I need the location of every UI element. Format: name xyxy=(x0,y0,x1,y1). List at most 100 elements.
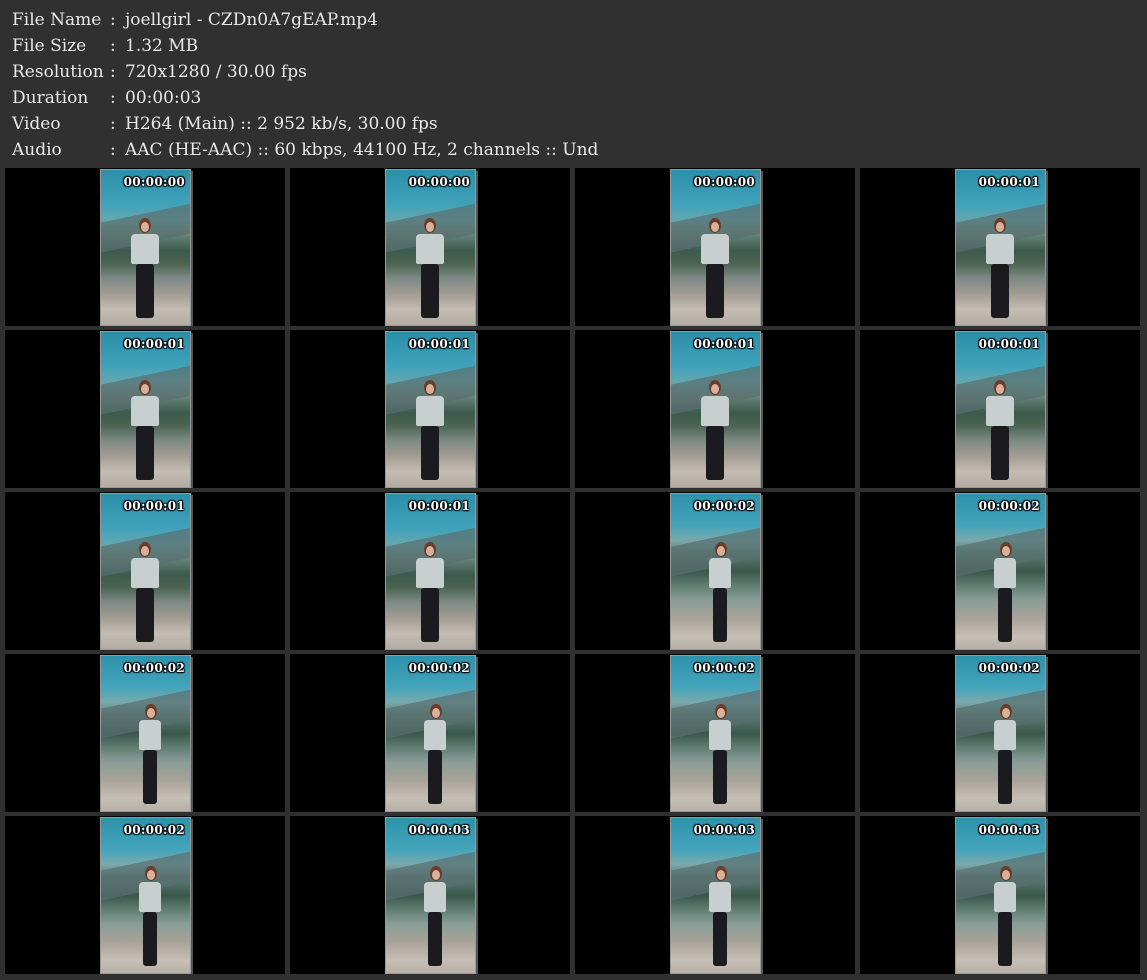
figure-face xyxy=(141,222,149,232)
thumbnail-cell[interactable]: 00:00:03 xyxy=(290,816,570,974)
timestamp-label: 00:00:01 xyxy=(123,499,185,513)
figure-body xyxy=(986,396,1014,426)
video-frame-thumbnail[interactable]: 00:00:01 xyxy=(100,493,191,650)
thumbnail-cell[interactable]: 00:00:03 xyxy=(860,816,1140,974)
timestamp-label: 00:00:02 xyxy=(123,661,185,675)
timestamp-label: 00:00:02 xyxy=(978,661,1040,675)
figure-body xyxy=(139,882,161,912)
person-figure xyxy=(707,704,735,804)
thumbnail-cell[interactable]: 00:00:01 xyxy=(860,168,1140,326)
figure-body xyxy=(994,558,1016,588)
person-figure xyxy=(992,542,1020,642)
figure-face xyxy=(996,222,1004,232)
thumbnail-cell[interactable]: 00:00:02 xyxy=(5,654,285,812)
figure-face xyxy=(426,222,434,232)
video-frame-thumbnail[interactable]: 00:00:00 xyxy=(670,169,761,326)
video-frame-thumbnail[interactable]: 00:00:02 xyxy=(955,655,1046,812)
person-figure xyxy=(986,218,1014,318)
thumbnail-cell[interactable]: 00:00:00 xyxy=(575,168,855,326)
figure-legs xyxy=(998,912,1012,966)
person-figure xyxy=(131,218,159,318)
figure-legs xyxy=(991,426,1009,480)
figure-face xyxy=(1002,546,1010,556)
video-frame-thumbnail[interactable]: 00:00:02 xyxy=(670,655,761,812)
figure-legs xyxy=(421,588,439,642)
figure-legs xyxy=(998,588,1012,642)
timestamp-label: 00:00:01 xyxy=(408,337,470,351)
thumbnail-cell[interactable]: 00:00:00 xyxy=(5,168,285,326)
person-figure xyxy=(992,704,1020,804)
person-figure xyxy=(986,380,1014,480)
thumbnail-cell[interactable]: 00:00:00 xyxy=(290,168,570,326)
figure-legs xyxy=(713,588,727,642)
info-label: Audio xyxy=(12,140,62,160)
video-frame-thumbnail[interactable]: 00:00:02 xyxy=(100,655,191,812)
thumbnail-cell[interactable]: 00:00:02 xyxy=(290,654,570,812)
figure-legs xyxy=(713,912,727,966)
person-figure xyxy=(707,542,735,642)
person-figure xyxy=(701,218,729,318)
thumbnail-cell[interactable]: 00:00:01 xyxy=(290,492,570,650)
thumbnail-cell[interactable]: 00:00:01 xyxy=(575,330,855,488)
figure-body xyxy=(424,882,446,912)
figure-body xyxy=(709,882,731,912)
figure-face xyxy=(141,546,149,556)
video-frame-thumbnail[interactable]: 00:00:02 xyxy=(385,655,476,812)
thumbnail-cell[interactable]: 00:00:02 xyxy=(5,816,285,974)
figure-face xyxy=(432,870,440,880)
info-label: File Name xyxy=(12,10,102,30)
video-frame-thumbnail[interactable]: 00:00:02 xyxy=(955,493,1046,650)
video-frame-thumbnail[interactable]: 00:00:03 xyxy=(670,817,761,974)
video-frame-thumbnail[interactable]: 00:00:00 xyxy=(100,169,191,326)
thumbnail-cell[interactable]: 00:00:02 xyxy=(860,654,1140,812)
video-frame-thumbnail[interactable]: 00:00:03 xyxy=(385,817,476,974)
figure-face xyxy=(717,708,725,718)
video-frame-thumbnail[interactable]: 00:00:01 xyxy=(670,331,761,488)
timestamp-label: 00:00:02 xyxy=(693,661,755,675)
info-value: 00:00:03 xyxy=(125,88,202,108)
thumbnail-cell[interactable]: 00:00:01 xyxy=(860,330,1140,488)
figure-legs xyxy=(706,426,724,480)
thumbnail-cell[interactable]: 00:00:02 xyxy=(860,492,1140,650)
info-separator: : xyxy=(110,36,116,56)
thumbnail-cell[interactable]: 00:00:02 xyxy=(575,654,855,812)
figure-legs xyxy=(136,426,154,480)
figure-body xyxy=(416,234,444,264)
figure-body xyxy=(131,396,159,426)
thumbnail-cell[interactable]: 00:00:01 xyxy=(290,330,570,488)
figure-body xyxy=(986,234,1014,264)
person-figure xyxy=(992,866,1020,966)
person-figure xyxy=(422,866,450,966)
thumbnail-cell[interactable]: 00:00:01 xyxy=(5,330,285,488)
figure-legs xyxy=(421,426,439,480)
person-figure xyxy=(416,380,444,480)
info-row-file-name: File Name : joellgirl - CZDn0A7gEAP.mp4 xyxy=(12,7,598,33)
figure-face xyxy=(141,384,149,394)
video-frame-thumbnail[interactable]: 00:00:00 xyxy=(385,169,476,326)
video-frame-thumbnail[interactable]: 00:00:01 xyxy=(385,493,476,650)
thumbnail-cell[interactable]: 00:00:03 xyxy=(575,816,855,974)
figure-legs xyxy=(713,750,727,804)
person-figure xyxy=(131,380,159,480)
figure-legs xyxy=(136,264,154,318)
figure-body xyxy=(424,720,446,750)
timestamp-label: 00:00:00 xyxy=(693,175,755,189)
info-value: H264 (Main) :: 2 952 kb/s, 30.00 fps xyxy=(125,114,438,134)
video-frame-thumbnail[interactable]: 00:00:02 xyxy=(670,493,761,650)
figure-face xyxy=(147,870,155,880)
person-figure xyxy=(422,704,450,804)
video-frame-thumbnail[interactable]: 00:00:01 xyxy=(385,331,476,488)
video-frame-thumbnail[interactable]: 00:00:01 xyxy=(955,331,1046,488)
video-frame-thumbnail[interactable]: 00:00:03 xyxy=(955,817,1046,974)
thumbnail-cell[interactable]: 00:00:01 xyxy=(5,492,285,650)
timestamp-label: 00:00:02 xyxy=(408,661,470,675)
figure-face xyxy=(432,708,440,718)
info-separator: : xyxy=(110,114,116,134)
video-frame-thumbnail[interactable]: 00:00:01 xyxy=(955,169,1046,326)
info-value: AAC (HE-AAC) :: 60 kbps, 44100 Hz, 2 cha… xyxy=(125,140,599,160)
thumbnail-cell[interactable]: 00:00:02 xyxy=(575,492,855,650)
person-figure xyxy=(137,866,165,966)
video-frame-thumbnail[interactable]: 00:00:01 xyxy=(100,331,191,488)
video-frame-thumbnail[interactable]: 00:00:02 xyxy=(100,817,191,974)
info-label: Duration xyxy=(12,88,89,108)
